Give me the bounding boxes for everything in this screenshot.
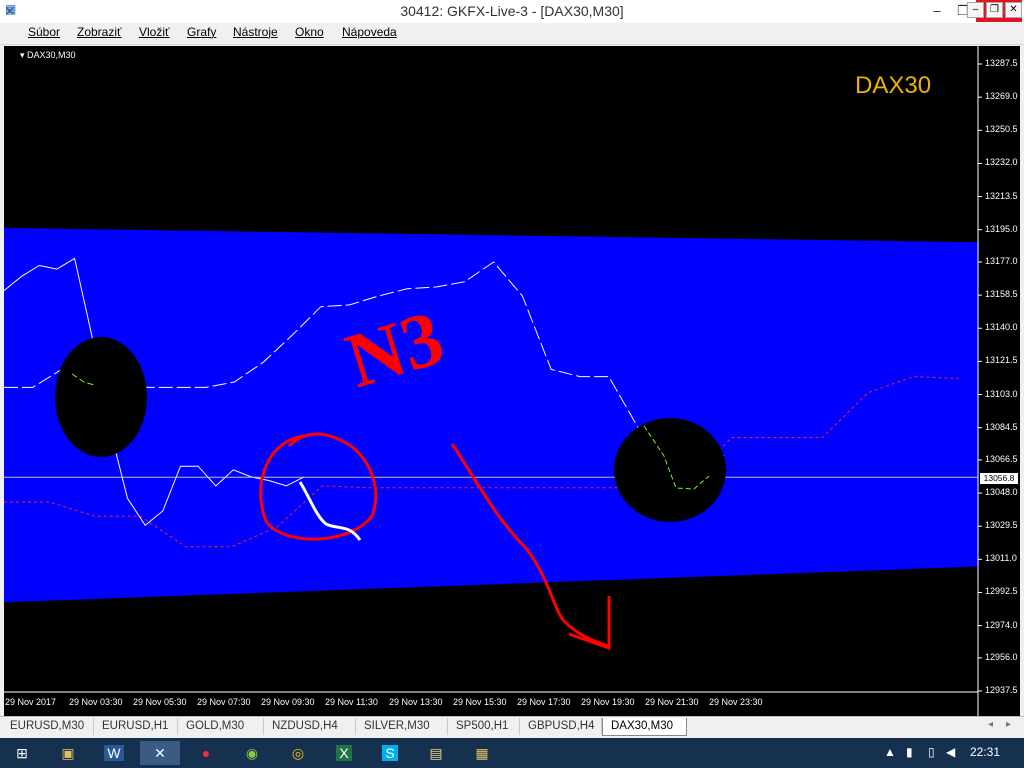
price-chart[interactable] bbox=[4, 46, 1020, 716]
word-glyph: W bbox=[104, 745, 124, 761]
time-tick-label: 29 Nov 2017 bbox=[5, 697, 57, 707]
paint-icon[interactable]: ● bbox=[186, 741, 226, 765]
chart-tab[interactable]: GOLD,M30 bbox=[178, 718, 264, 735]
excel-glyph: X bbox=[336, 745, 352, 761]
price-tick-label: 13121.5 bbox=[985, 355, 1018, 366]
time-tick-label: 29 Nov 15:30 bbox=[453, 697, 507, 707]
time-tick-label: 29 Nov 23:30 bbox=[709, 697, 763, 707]
tab-scroll-left-button[interactable]: ◂ bbox=[988, 719, 993, 730]
skype-glyph: S bbox=[382, 745, 398, 761]
price-tick-label: 13084.5 bbox=[985, 421, 1018, 432]
annotation-arrow-head bbox=[568, 596, 611, 651]
word-icon[interactable]: W bbox=[94, 741, 134, 765]
price-tick-label: 13287.5 bbox=[985, 58, 1018, 68]
metatrader-glyph: ✕ bbox=[154, 745, 166, 761]
chart-tab[interactable]: SILVER,M30 bbox=[356, 718, 448, 735]
menu-file[interactable]: Súbor bbox=[28, 25, 60, 39]
chart-window[interactable] bbox=[4, 46, 1020, 716]
paint-glyph: ● bbox=[201, 745, 211, 761]
chart-tab[interactable]: DAX30,M30 bbox=[602, 718, 687, 736]
time-tick-label: 29 Nov 13:30 bbox=[389, 697, 443, 707]
network-icon[interactable]: ▮ bbox=[906, 745, 913, 759]
excel-icon[interactable]: X bbox=[324, 741, 364, 765]
skype-icon[interactable]: S bbox=[370, 741, 410, 765]
start-icon[interactable]: ⊞ bbox=[2, 741, 42, 765]
price-tick-label: 13250.5 bbox=[985, 124, 1018, 135]
window-title: 30412: GKFX-Live-3 - [DAX30,M30] bbox=[400, 3, 624, 19]
price-tick-label: 13140.0 bbox=[985, 322, 1018, 333]
menu-view[interactable]: Zobraziť bbox=[77, 25, 122, 39]
chart-minimize-button[interactable]: – bbox=[967, 2, 984, 18]
current-price-tag: 13056.8 bbox=[980, 473, 1018, 484]
metatrader-icon[interactable]: ✕ bbox=[140, 741, 180, 765]
price-tick-label: 13269.0 bbox=[985, 91, 1018, 102]
document-icon[interactable]: ▦ bbox=[5, 2, 19, 16]
price-tick-label: 13048.0 bbox=[985, 487, 1018, 498]
price-tick-label: 13195.0 bbox=[985, 223, 1018, 234]
regression-channel bbox=[4, 227, 978, 603]
chart-tab[interactable]: NZDUSD,H4 bbox=[264, 718, 356, 735]
chart-tab[interactable]: EURUSD,M30 bbox=[2, 718, 94, 735]
time-tick-label: 29 Nov 11:30 bbox=[325, 697, 378, 707]
price-tick-label: 12937.5 bbox=[985, 685, 1018, 695]
marker-ellipse-right bbox=[614, 418, 726, 522]
menu-help[interactable]: Nápoveda bbox=[342, 25, 397, 39]
folder-icon[interactable]: ▤ bbox=[416, 741, 456, 765]
time-tick-label: 29 Nov 17:30 bbox=[517, 697, 571, 707]
image-viewer-icon[interactable]: ▦ bbox=[462, 741, 502, 765]
time-tick-label: 29 Nov 05:30 bbox=[133, 697, 187, 707]
price-tick-label: 13066.5 bbox=[985, 453, 1018, 464]
chart-symbol-label[interactable]: ▾ DAX30,M30 bbox=[20, 50, 76, 61]
price-tick-label: 13158.5 bbox=[985, 289, 1018, 300]
menu-insert[interactable]: Vložiť bbox=[139, 25, 170, 39]
globe-app-glyph: ◉ bbox=[245, 745, 259, 761]
time-tick-label: 29 Nov 09:30 bbox=[261, 697, 315, 707]
price-tick-label: 13011.0 bbox=[985, 553, 1017, 564]
price-tick-label: 13029.5 bbox=[985, 520, 1018, 531]
file-manager-icon[interactable]: ▣ bbox=[48, 741, 88, 765]
time-tick-label: 29 Nov 03:30 bbox=[69, 697, 123, 707]
tab-scroll-right-button[interactable]: ▸ bbox=[1006, 719, 1011, 730]
symbol-watermark: DAX30 bbox=[855, 72, 932, 99]
chrome-icon[interactable]: ◎ bbox=[278, 741, 318, 765]
battery-icon[interactable]: ▯ bbox=[928, 745, 935, 759]
chart-tab[interactable]: EURUSD,H1 bbox=[94, 718, 178, 735]
time-tick-label: 29 Nov 19:30 bbox=[581, 697, 635, 707]
chrome-glyph: ◎ bbox=[291, 745, 305, 761]
price-tick-label: 13177.0 bbox=[985, 255, 1018, 266]
taskbar-clock[interactable]: 22:31 bbox=[970, 745, 1000, 759]
chart-tab[interactable]: SP500,H1 bbox=[448, 718, 520, 735]
chart-close-button[interactable]: ✕ bbox=[1005, 2, 1022, 18]
time-tick-label: 29 Nov 21:30 bbox=[645, 697, 699, 707]
menu-charts[interactable]: Grafy bbox=[187, 25, 216, 39]
price-tick-label: 12992.5 bbox=[985, 586, 1018, 597]
file-manager-glyph: ▣ bbox=[61, 745, 75, 761]
chart-restore-button[interactable]: ❐ bbox=[986, 2, 1003, 18]
show-hidden-icons-button[interactable]: ▲ bbox=[884, 745, 896, 759]
start-glyph: ⊞ bbox=[16, 745, 28, 761]
time-tick-label: 29 Nov 07:30 bbox=[197, 697, 251, 707]
price-tick-label: 13103.0 bbox=[985, 388, 1018, 399]
price-tick-label: 12974.0 bbox=[985, 619, 1018, 630]
price-tick-label: 12956.0 bbox=[985, 651, 1018, 662]
price-tick-label: 13232.0 bbox=[985, 157, 1018, 168]
chart-tab[interactable]: GBPUSD,H4 bbox=[520, 718, 602, 735]
volume-icon[interactable]: ◀ bbox=[946, 745, 955, 759]
marker-ellipse-left bbox=[55, 337, 147, 457]
menu-window[interactable]: Okno bbox=[295, 25, 324, 39]
menu-tools[interactable]: Nástroje bbox=[233, 25, 278, 39]
symbol-text: DAX30,M30 bbox=[27, 50, 76, 60]
globe-app-icon[interactable]: ◉ bbox=[232, 741, 272, 765]
price-tick-label: 13213.5 bbox=[985, 190, 1018, 201]
image-viewer-glyph: ▦ bbox=[475, 745, 489, 761]
minimize-button[interactable]: – bbox=[924, 0, 950, 22]
folder-glyph: ▤ bbox=[429, 745, 443, 761]
